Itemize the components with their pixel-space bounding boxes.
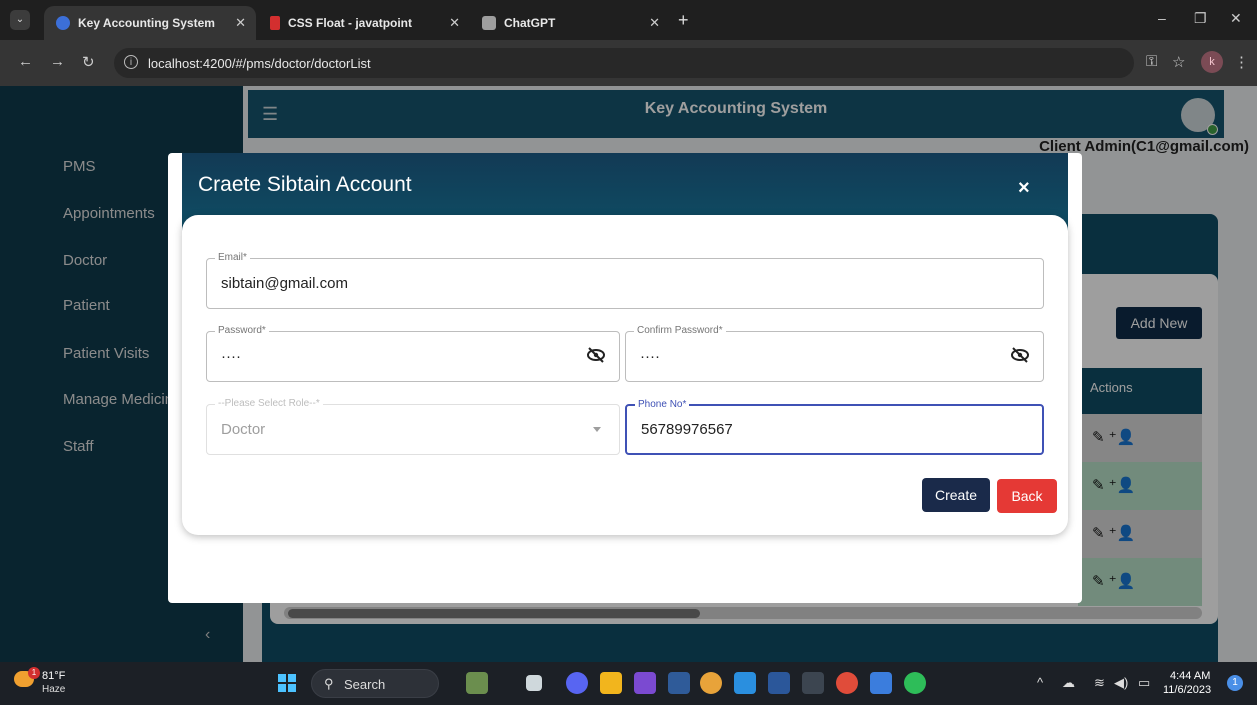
confirm-password-field[interactable] — [640, 332, 997, 381]
weather-condition: Haze — [42, 684, 66, 695]
clock-time[interactable]: 4:44 AM — [1170, 670, 1210, 682]
minimize-icon[interactable]: – — [1158, 10, 1166, 26]
dialog-title: Craete Sibtain Account — [198, 173, 412, 196]
role-select[interactable]: Doctor — [221, 421, 265, 438]
address-bar[interactable]: i localhost:4200/#/pms/doctor/doctorList — [114, 48, 1134, 78]
browser-tab-key-accounting[interactable]: Key Accounting System ✕ — [44, 6, 256, 40]
vscode-icon[interactable] — [734, 672, 756, 694]
browser-toolbar: ← → ↻ i localhost:4200/#/pms/doctor/doct… — [0, 40, 1257, 86]
javatpoint-icon — [270, 16, 280, 30]
phone-field-wrapper: Phone No* — [625, 399, 1044, 455]
tab-search-menu-icon[interactable]: ⌄ — [10, 10, 30, 30]
profile-avatar[interactable]: k — [1201, 51, 1223, 73]
role-label: --Please Select Role--* — [215, 398, 323, 409]
create-button[interactable]: Create — [922, 478, 990, 512]
close-window-icon[interactable]: ✕ — [1230, 10, 1242, 27]
windows-start-icon[interactable] — [278, 674, 296, 692]
confirm-password-field-wrapper: Confirm Password* — [625, 325, 1044, 382]
browser-tab-css-float[interactable]: CSS Float - javatpoint ✕ — [258, 6, 470, 40]
search-label: Search — [344, 677, 386, 692]
notification-badge[interactable]: 1 — [1227, 675, 1243, 691]
chrome-alt-icon[interactable] — [836, 672, 858, 694]
cloud-icon[interactable]: ☁ — [1062, 675, 1075, 691]
browser-menu-icon[interactable]: ⋮ — [1234, 53, 1249, 71]
forward-arrow-icon[interactable]: → — [50, 53, 65, 70]
remote-desktop-icon[interactable] — [668, 672, 690, 694]
create-account-dialog: Craete Sibtain Account × Email* Password… — [168, 153, 1082, 603]
eye-slash-icon[interactable] — [587, 347, 605, 367]
password-field[interactable] — [221, 332, 573, 381]
bookmark-star-icon[interactable]: ☆ — [1172, 53, 1185, 71]
whatsapp-icon[interactable] — [904, 672, 926, 694]
role-select-wrapper: --Please Select Role--* Doctor — [206, 398, 620, 455]
tab-title: Key Accounting System — [78, 16, 215, 30]
phone-field[interactable] — [641, 406, 996, 453]
windows-taskbar: 1 81°F Haze ⚲ Search ^ ☁ ≋ ◀) ▭ 4:44 AM … — [0, 662, 1257, 705]
chevron-down-icon — [593, 427, 601, 432]
close-tab-icon[interactable]: ✕ — [449, 15, 460, 31]
meet-app-icon[interactable] — [566, 672, 588, 694]
tab-title: ChatGPT — [504, 16, 556, 30]
restore-icon[interactable]: ❐ — [1194, 10, 1207, 27]
photos-icon[interactable] — [870, 672, 892, 694]
new-tab-icon[interactable]: + — [678, 10, 689, 31]
chatgpt-icon — [482, 16, 496, 30]
url-text: localhost:4200/#/pms/doctor/doctorList — [148, 56, 371, 71]
globe-icon — [56, 16, 70, 30]
dialog-form: Email* Password* Confirm Password* --Ple… — [182, 215, 1068, 535]
password-key-icon[interactable]: ⚿ — [1146, 53, 1157, 70]
reload-icon[interactable]: ↻ — [82, 53, 95, 71]
browser-tab-chatgpt[interactable]: ChatGPT ✕ — [470, 6, 670, 40]
chrome-icon[interactable] — [700, 672, 722, 694]
close-icon[interactable]: × — [1018, 177, 1030, 200]
word-icon[interactable] — [768, 672, 790, 694]
weather-temperature[interactable]: 81°F — [42, 670, 65, 682]
eye-slash-icon[interactable] — [1011, 347, 1029, 367]
email-field-wrapper: Email* — [206, 252, 1044, 309]
chevron-up-icon[interactable]: ^ — [1037, 675, 1043, 690]
back-arrow-icon[interactable]: ← — [18, 53, 33, 70]
taskbar-search[interactable]: ⚲ Search — [311, 669, 439, 698]
tab-title: CSS Float - javatpoint — [288, 16, 413, 30]
widgets-app-icon[interactable] — [466, 672, 488, 694]
visual-studio-icon[interactable] — [634, 672, 656, 694]
back-button[interactable]: Back — [997, 479, 1057, 513]
browser-tab-strip: ⌄ Key Accounting System ✕ CSS Float - ja… — [0, 0, 1257, 40]
clock-date[interactable]: 11/6/2023 — [1163, 684, 1211, 696]
task-view-icon[interactable] — [526, 675, 542, 691]
close-tab-icon[interactable]: ✕ — [235, 15, 246, 31]
file-explorer-icon[interactable] — [600, 672, 622, 694]
email-field[interactable] — [221, 259, 997, 308]
site-info-icon[interactable]: i — [124, 55, 138, 69]
password-field-wrapper: Password* — [206, 325, 620, 382]
close-tab-icon[interactable]: ✕ — [649, 15, 660, 31]
volume-icon[interactable]: ◀) — [1114, 675, 1128, 691]
weather-alert-badge: 1 — [28, 667, 40, 679]
wifi-icon[interactable]: ≋ — [1094, 675, 1105, 691]
search-icon: ⚲ — [324, 676, 334, 691]
terminal-icon[interactable] — [802, 672, 824, 694]
battery-icon[interactable]: ▭ — [1138, 675, 1150, 691]
